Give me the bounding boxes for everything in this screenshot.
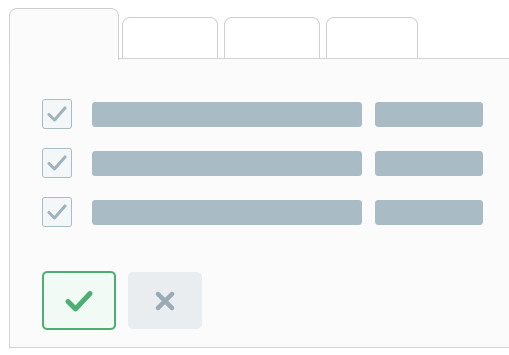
row-checkbox[interactable] [42, 197, 72, 227]
dialog-window [0, 0, 509, 355]
row-secondary-placeholder [375, 200, 483, 225]
row-checkbox[interactable] [42, 148, 72, 178]
tab-fourth[interactable] [326, 17, 418, 59]
check-icon [47, 155, 67, 171]
confirm-button[interactable] [42, 271, 116, 330]
tab-second[interactable] [122, 17, 218, 59]
row-checkbox[interactable] [42, 99, 72, 129]
list-item [42, 99, 484, 129]
row-secondary-placeholder [375, 102, 483, 127]
row-primary-placeholder [92, 200, 362, 225]
list-item [42, 197, 484, 227]
close-icon [155, 291, 175, 310]
check-icon [47, 204, 67, 220]
cancel-button[interactable] [128, 272, 202, 329]
tab-third[interactable] [224, 17, 320, 59]
check-icon [47, 106, 67, 122]
tab-active[interactable] [9, 8, 119, 60]
row-primary-placeholder [92, 102, 362, 127]
row-primary-placeholder [92, 151, 362, 176]
row-secondary-placeholder [375, 151, 483, 176]
list-item [42, 148, 484, 178]
check-icon [65, 290, 93, 311]
